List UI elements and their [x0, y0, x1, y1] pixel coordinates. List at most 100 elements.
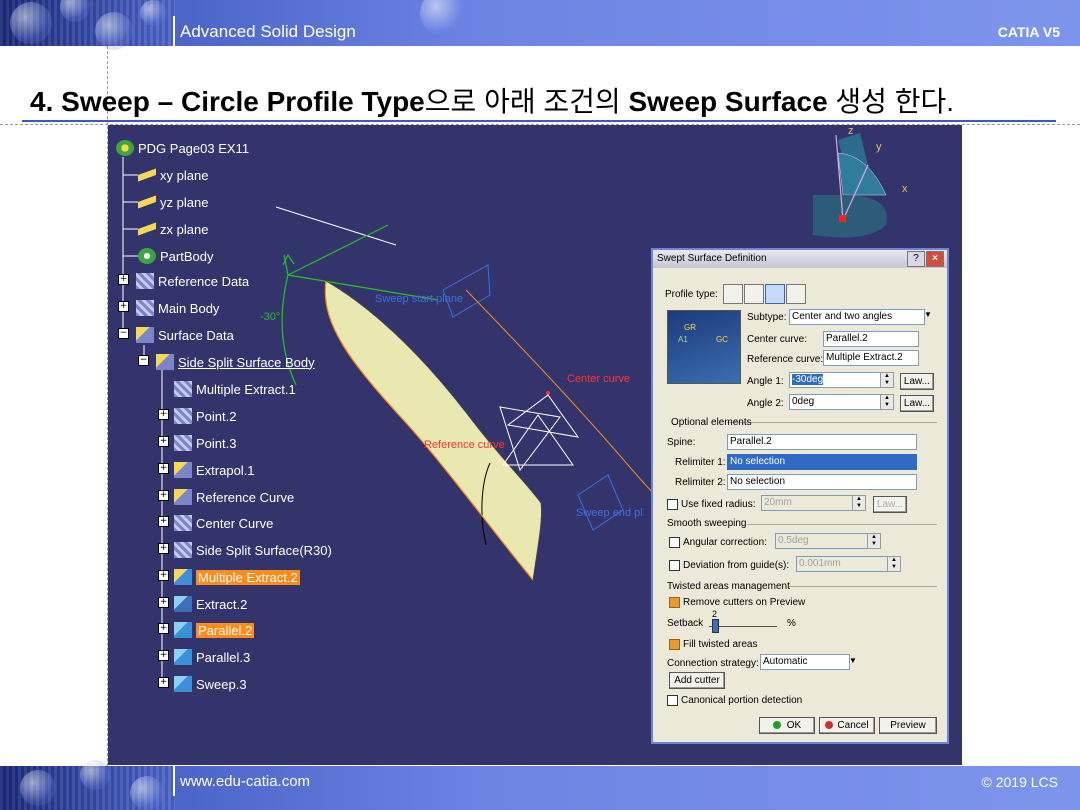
close-button[interactable]: × — [926, 251, 944, 267]
chevron-down-icon[interactable]: ▼ — [849, 656, 857, 665]
angle1-input[interactable]: -30deg — [789, 372, 881, 388]
extract-icon — [174, 596, 192, 612]
relimiter2-field[interactable]: No selection — [727, 474, 917, 490]
setback-slider-track[interactable] — [709, 626, 777, 627]
tree-item-side-split[interactable]: Side Split Surface Body — [156, 354, 315, 370]
expand-icon[interactable]: + — [158, 543, 169, 554]
profile-line-icon[interactable] — [744, 284, 764, 304]
setback-slider-handle[interactable] — [712, 619, 719, 633]
title-korean-2: 생성 한다. — [827, 86, 955, 117]
profile-circle-icon[interactable] — [765, 284, 785, 304]
tree-label: Side Split Surface(R30) — [196, 542, 332, 558]
tree-item-sweep-3[interactable]: Sweep.3 — [174, 676, 247, 692]
tree-item-partbody[interactable]: PartBody — [138, 248, 213, 264]
spine-field[interactable]: Parallel.2 — [727, 434, 917, 450]
tree-item-point-3[interactable]: Point.3 — [174, 435, 236, 451]
angle2-spinner[interactable]: ▲ ▼ — [880, 394, 894, 410]
tree-item-center-curve[interactable]: Center Curve — [174, 515, 273, 531]
header-separator — [173, 16, 175, 46]
ok-button[interactable]: OK — [759, 717, 815, 734]
tree-item-reference-curve[interactable]: Reference Curve — [174, 489, 294, 505]
tree-item-surface-data[interactable]: Surface Data — [136, 327, 234, 343]
fixed-radius-input[interactable]: 20mm — [761, 495, 853, 511]
cancel-button[interactable]: Cancel — [819, 717, 875, 734]
fixed-radius-spinner[interactable]: ▲ ▼ — [852, 495, 866, 511]
help-button[interactable]: ? — [907, 251, 925, 267]
expand-icon[interactable]: + — [118, 301, 129, 312]
expand-icon[interactable]: + — [158, 409, 169, 420]
deviation-checkbox[interactable] — [669, 560, 680, 571]
tree-root[interactable]: PDG Page03 EX11 — [116, 140, 249, 156]
expand-icon[interactable]: + — [158, 623, 169, 634]
connection-strategy-label: Connection strategy: — [667, 658, 759, 669]
tree-item-side-split-surface[interactable]: Side Split Surface(R30) — [174, 542, 332, 558]
decor-bubble — [420, 0, 466, 36]
tree-label: Sweep.3 — [196, 676, 247, 692]
tree-item-point-2[interactable]: Point.2 — [174, 408, 236, 424]
expand-icon[interactable]: + — [158, 490, 169, 501]
preview-button[interactable]: Preview — [879, 717, 937, 734]
tree-item-xy-plane[interactable]: xy plane — [138, 167, 208, 183]
tree-item-zx-plane[interactable]: zx plane — [138, 221, 208, 237]
tree-label: Extrapol.1 — [196, 462, 255, 478]
cancel-label: Cancel — [837, 720, 869, 731]
body-icon — [156, 354, 174, 370]
profile-explicit-icon[interactable] — [723, 284, 743, 304]
collapse-icon[interactable]: − — [138, 355, 149, 366]
remove-cutters-checkbox[interactable] — [669, 597, 680, 608]
reference-curve-field[interactable]: Multiple Extract.2 — [823, 350, 919, 366]
connection-strategy-select[interactable]: Automatic — [760, 654, 850, 670]
angle2-label: Angle 2: — [747, 398, 784, 409]
fill-twisted-checkbox[interactable] — [669, 639, 680, 650]
angular-correction-checkbox[interactable] — [669, 537, 680, 548]
expand-icon[interactable]: + — [118, 274, 129, 285]
angular-correction-input[interactable]: 0.5deg — [775, 533, 869, 549]
extract-icon — [174, 381, 192, 397]
ok-label: OK — [786, 720, 802, 731]
profile-conic-icon[interactable] — [786, 284, 806, 304]
expand-icon[interactable]: + — [158, 677, 169, 688]
expand-icon[interactable]: + — [158, 436, 169, 447]
angle1-law-button[interactable]: Law... — [900, 373, 934, 390]
canonical-checkbox[interactable] — [667, 695, 678, 706]
footer-separator — [173, 766, 175, 796]
use-fixed-radius-checkbox[interactable] — [667, 499, 678, 510]
expand-icon[interactable]: + — [158, 597, 169, 608]
use-fixed-radius-label: Use fixed radius: — [681, 499, 756, 510]
subtype-select[interactable]: Center and two angles — [789, 309, 925, 325]
body-icon — [136, 327, 154, 343]
angular-correction-spinner[interactable]: ▲ ▼ — [867, 533, 881, 549]
tree-item-yz-plane[interactable]: yz plane — [138, 194, 208, 210]
collapse-icon[interactable]: − — [118, 328, 129, 339]
tree-item-extrapol-1[interactable]: Extrapol.1 — [174, 462, 255, 478]
angle2-law-button[interactable]: Law... — [900, 395, 934, 412]
dialog-titlebar[interactable]: Swept Surface Definition ? × — [653, 250, 947, 268]
relimiter1-field[interactable]: No selection — [727, 454, 917, 470]
extract-icon — [174, 569, 192, 585]
chevron-down-icon[interactable]: ▼ — [924, 310, 932, 319]
expand-icon[interactable]: + — [158, 516, 169, 527]
expand-icon[interactable]: + — [158, 463, 169, 474]
sweep-icon — [174, 676, 192, 692]
tree-item-reference-data[interactable]: Reference Data — [136, 273, 249, 289]
tree-item-parallel-3[interactable]: Parallel.3 — [174, 649, 250, 665]
expand-icon[interactable]: + — [158, 650, 169, 661]
tree-item-multiple-extract-1[interactable]: Multiple Extract.1 — [174, 381, 296, 397]
tree-item-parallel-2[interactable]: Parallel.2 — [174, 622, 255, 638]
spine-label: Spine: — [667, 437, 696, 448]
deviation-spinner[interactable]: ▲ ▼ — [887, 556, 901, 572]
angle1-label: Angle 1: — [747, 376, 784, 387]
center-curve-field[interactable]: Parallel.2 — [823, 331, 919, 347]
plane-icon — [138, 167, 156, 183]
tree-item-multiple-extract-2[interactable]: Multiple Extract.2 — [174, 569, 300, 585]
expand-icon[interactable]: + — [158, 570, 169, 581]
tree-item-main-body[interactable]: Main Body — [136, 300, 219, 316]
fixed-radius-law-button[interactable]: Law... — [873, 496, 907, 513]
angle2-input[interactable]: 0deg — [789, 394, 881, 410]
add-cutter-button[interactable]: Add cutter — [669, 672, 725, 689]
tree-item-extract-2[interactable]: Extract.2 — [174, 596, 247, 612]
title-korean-1: 으로 아래 조건의 — [424, 86, 629, 117]
angle1-spinner[interactable]: ▲ ▼ — [880, 372, 894, 388]
deviation-label: Deviation from guide(s): — [683, 560, 790, 571]
deviation-input[interactable]: 0.001mm — [796, 556, 888, 572]
